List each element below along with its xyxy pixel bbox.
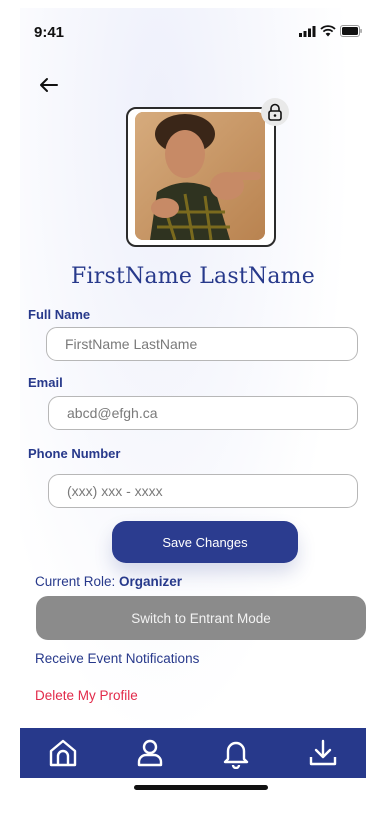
- current-role-value: Organizer: [119, 574, 183, 589]
- status-icons: [299, 25, 362, 37]
- notifications-link[interactable]: Receive Event Notifications: [35, 651, 199, 666]
- current-role: Current Role: Organizer: [35, 574, 182, 589]
- arrow-left-icon: [40, 78, 58, 92]
- profile-screen: 9:41 FirstName LastName Full Name FirstN…: [20, 8, 366, 794]
- home-icon: [50, 739, 77, 767]
- wifi-icon: [320, 25, 336, 37]
- avatar: [135, 112, 265, 240]
- delete-profile-link[interactable]: Delete My Profile: [35, 688, 138, 703]
- lock-icon: [268, 103, 282, 121]
- email-label: Email: [28, 375, 63, 390]
- lock-button[interactable]: [261, 98, 289, 126]
- tab-home[interactable]: [42, 732, 84, 774]
- tab-notifications[interactable]: [215, 732, 257, 774]
- tab-downloads[interactable]: [302, 732, 344, 774]
- email-input[interactable]: [67, 405, 357, 421]
- bottom-tab-bar: [20, 728, 366, 778]
- profile-display-name: FirstName LastName: [71, 264, 315, 289]
- save-changes-button[interactable]: Save Changes: [112, 521, 298, 563]
- phone-input[interactable]: [67, 483, 357, 499]
- signal-icon: [299, 25, 316, 37]
- status-time: 9:41: [34, 24, 65, 41]
- switch-mode-button[interactable]: Switch to Entrant Mode: [36, 596, 366, 640]
- profile-picture-card[interactable]: [126, 98, 289, 247]
- home-indicator[interactable]: [134, 785, 268, 790]
- profile-photo: [135, 112, 265, 240]
- battery-icon: [340, 25, 362, 37]
- profile-icon: [137, 739, 162, 767]
- full-name-input[interactable]: [65, 336, 357, 352]
- email-field[interactable]: [48, 396, 358, 430]
- full-name-field[interactable]: [46, 327, 358, 361]
- phone-label: Phone Number: [28, 446, 121, 461]
- tab-profile[interactable]: [129, 732, 171, 774]
- full-name-label: Full Name: [28, 307, 91, 322]
- status-bar: 9:41: [20, 8, 366, 52]
- phone-field[interactable]: [48, 474, 358, 508]
- current-role-label: Current Role:: [35, 574, 120, 589]
- back-button[interactable]: [36, 72, 62, 98]
- download-icon: [309, 739, 336, 766]
- bell-icon: [224, 741, 249, 769]
